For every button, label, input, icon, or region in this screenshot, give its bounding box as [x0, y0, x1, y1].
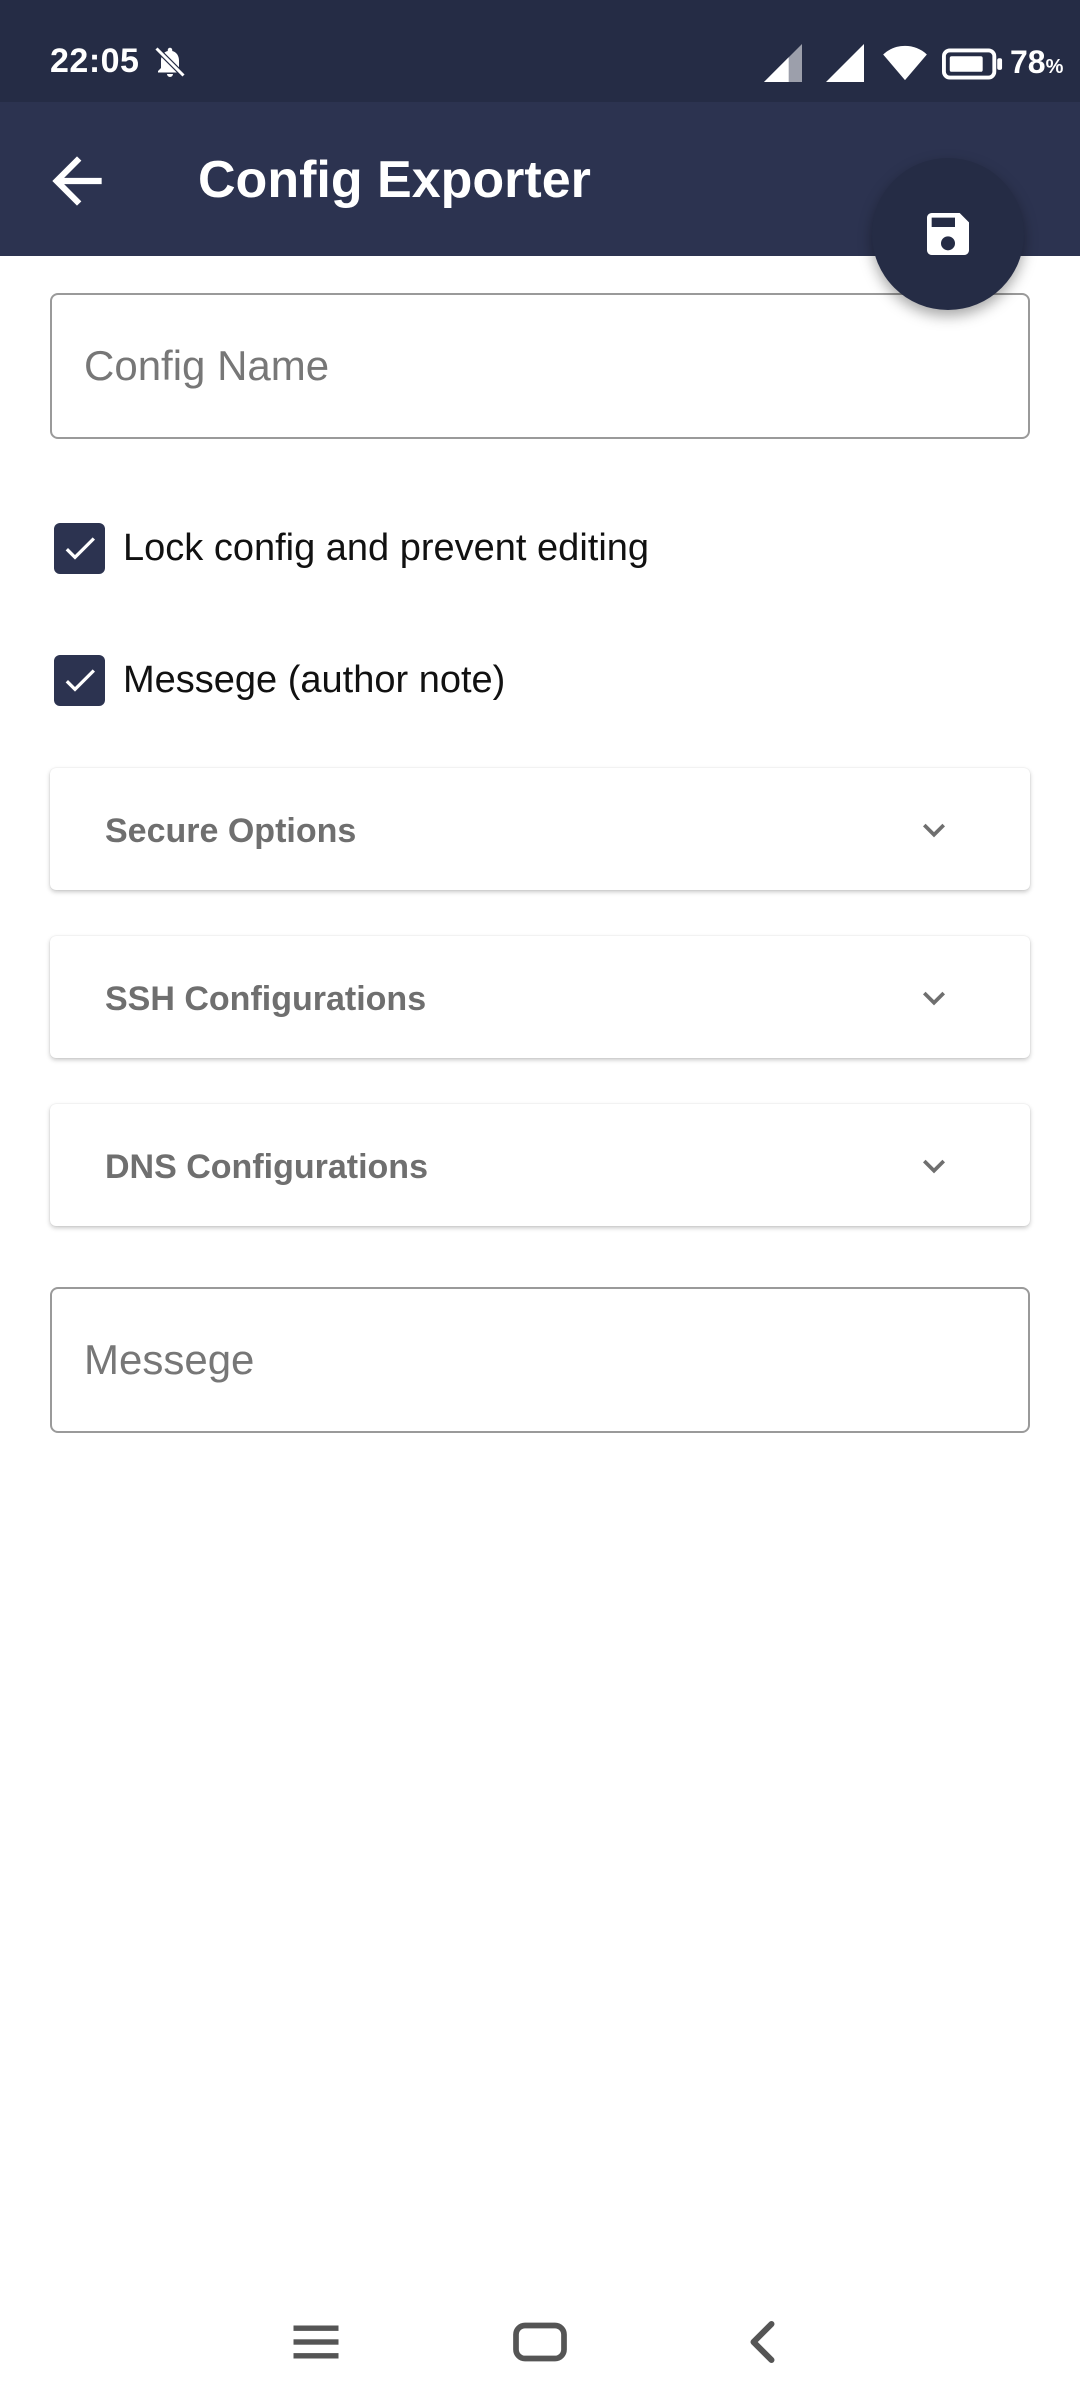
floppy-disk-icon	[927, 213, 969, 255]
home-square-icon[interactable]	[504, 2306, 576, 2378]
lock-config-checkbox[interactable]	[54, 522, 105, 574]
lock-config-label: Lock config and prevent editing	[123, 526, 650, 569]
page-title: Config Exporter	[198, 151, 591, 209]
battery-percent: 78%	[1010, 44, 1064, 80]
lock-config-checkbox-row[interactable]: Lock config and prevent editing	[54, 520, 649, 576]
arrow-left-icon[interactable]	[40, 144, 114, 218]
section-label: Secure Options	[105, 812, 357, 850]
checkmark-icon	[65, 669, 95, 692]
message-input[interactable]	[52, 1289, 1028, 1431]
chevron-down-icon	[923, 1159, 945, 1174]
author-note-label: Messege (author note)	[123, 658, 506, 701]
signal-icon	[764, 44, 802, 82]
config-name-field[interactable]	[50, 293, 1030, 439]
config-name-input[interactable]	[52, 295, 1028, 437]
author-note-checkbox[interactable]	[54, 654, 105, 706]
signal-icon	[826, 44, 864, 82]
menu-icon[interactable]	[280, 2306, 352, 2378]
checkmark-icon	[65, 537, 95, 560]
status-bar: 22:05 78%	[0, 0, 1080, 102]
wifi-icon	[883, 45, 927, 81]
chevron-down-icon	[923, 991, 945, 1006]
ssh-configurations-section[interactable]: SSH Configurations	[50, 936, 1030, 1058]
section-label: DNS Configurations	[105, 1148, 428, 1186]
battery-icon	[942, 48, 1003, 80]
secure-options-section[interactable]: Secure Options	[50, 768, 1030, 890]
dns-configurations-section[interactable]: DNS Configurations	[50, 1104, 1030, 1226]
bell-off-icon	[154, 46, 186, 78]
author-note-checkbox-row[interactable]: Messege (author note)	[54, 652, 505, 708]
chevron-down-icon	[923, 823, 945, 838]
section-label: SSH Configurations	[105, 980, 427, 1018]
message-field[interactable]	[50, 1287, 1030, 1433]
system-nav-bar	[0, 2290, 1080, 2400]
status-time: 22:05	[50, 42, 140, 80]
save-button[interactable]	[872, 158, 1024, 310]
chevron-left-icon[interactable]	[728, 2306, 800, 2378]
